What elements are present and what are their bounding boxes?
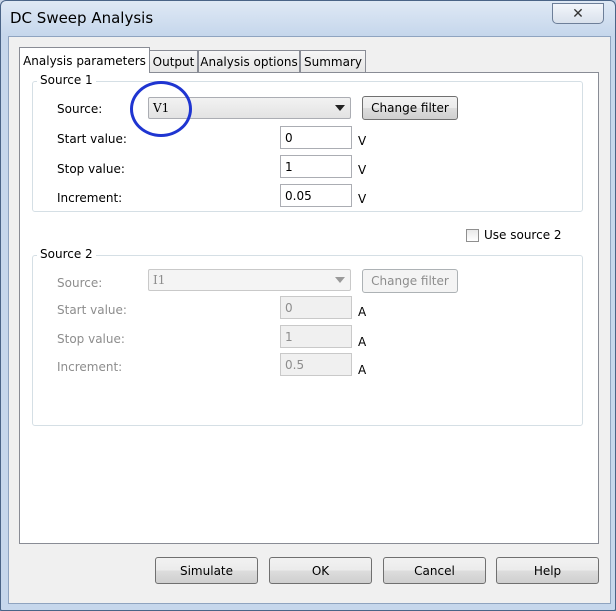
source1-start-label: Start value: <box>57 132 127 146</box>
analysis-parameters-panel: Source 1 Source: V1 Change filter Start … <box>19 72 599 544</box>
cancel-button[interactable]: Cancel <box>383 557 486 584</box>
dropdown-arrow-icon <box>335 105 345 111</box>
source1-source-select[interactable]: V1 <box>148 97 351 119</box>
source2-source-value: I1 <box>153 273 166 287</box>
tab-label: Summary <box>304 54 362 69</box>
source1-increment-label: Increment: <box>57 191 123 205</box>
source2-increment-label: Increment: <box>57 360 123 374</box>
simulate-button[interactable]: Simulate <box>155 557 258 584</box>
tab-output[interactable]: Output <box>149 50 198 72</box>
tab-label: Output <box>152 54 195 69</box>
source2-source-select[interactable]: I1 <box>148 269 351 291</box>
dialog-client-area: Analysis parameters Output Analysis opti… <box>8 36 611 604</box>
source2-start-input[interactable]: 0 <box>280 296 352 319</box>
source1-stop-unit: V <box>358 163 367 177</box>
tab-label: Analysis options <box>200 54 298 69</box>
window-title: DC Sweep Analysis <box>10 9 154 27</box>
tab-summary[interactable]: Summary <box>300 50 366 72</box>
source2-increment-input[interactable]: 0.5 <box>280 353 352 376</box>
dc-sweep-dialog: DC Sweep Analysis ✕ Analysis parameters … <box>0 0 616 611</box>
source2-start-label: Start value: <box>57 303 127 317</box>
help-button[interactable]: Help <box>496 557 599 584</box>
close-icon: ✕ <box>572 5 584 22</box>
tab-analysis-parameters[interactable]: Analysis parameters <box>19 47 150 73</box>
tab-label: Analysis parameters <box>23 53 146 68</box>
tab-analysis-options[interactable]: Analysis options <box>198 50 300 72</box>
source1-group-label: Source 1 <box>37 73 96 87</box>
use-source2-checkbox[interactable] <box>466 229 479 242</box>
use-source2-label[interactable]: Use source 2 <box>484 228 562 242</box>
source2-start-unit: A <box>358 305 367 319</box>
source1-start-input[interactable]: 0 <box>280 126 352 149</box>
ok-button[interactable]: OK <box>269 557 372 584</box>
source1-increment-input[interactable]: 0.05 <box>280 184 352 207</box>
source2-change-filter-button[interactable]: Change filter <box>362 269 458 293</box>
source2-increment-unit: A <box>358 363 367 377</box>
source1-stop-input[interactable]: 1 <box>280 155 352 178</box>
source1-increment-unit: V <box>358 192 367 206</box>
title-bar[interactable]: DC Sweep Analysis ✕ <box>1 1 615 37</box>
source2-source-label: Source: <box>57 276 103 290</box>
source2-stop-unit: A <box>358 335 367 349</box>
source2-group-label: Source 2 <box>37 247 96 261</box>
dropdown-arrow-icon <box>335 277 345 283</box>
source1-start-unit: V <box>358 134 367 148</box>
source1-stop-label: Stop value: <box>57 162 125 176</box>
close-button[interactable]: ✕ <box>552 3 604 24</box>
source2-stop-input[interactable]: 1 <box>280 325 352 348</box>
source1-change-filter-button[interactable]: Change filter <box>362 96 458 120</box>
source1-source-value: V1 <box>153 101 170 115</box>
source2-stop-label: Stop value: <box>57 332 125 346</box>
source1-source-label: Source: <box>57 102 103 116</box>
